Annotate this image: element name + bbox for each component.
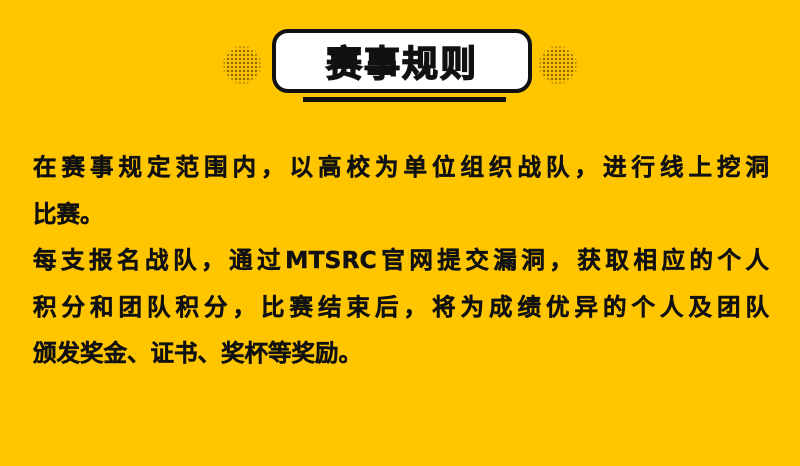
rules-body: 在赛事规定范围内，以高校为单位组织战队，进行线上挖洞 比赛。 每支报名战队，通过…	[33, 147, 769, 380]
rules-line: 积分和团队积分，比赛结束后，将为成绩优异的个人及团队	[33, 292, 769, 321]
halftone-dots-decoration-right	[538, 45, 578, 85]
title-banner: 赛事规则	[272, 29, 532, 93]
rules-line: 在赛事规定范围内，以高校为单位组织战队，进行线上挖洞	[33, 153, 769, 181]
halftone-dots-decoration-left	[222, 45, 262, 85]
title-underline	[303, 97, 506, 102]
page-title: 赛事规则	[325, 43, 478, 86]
rules-line: 比赛。	[33, 199, 104, 228]
rules-line: 每支报名战队，通过MTSRC官网提交漏洞，获取相应的个人	[33, 246, 769, 274]
rules-line: 颁发奖金、证书、奖杯等奖励。	[33, 339, 362, 367]
